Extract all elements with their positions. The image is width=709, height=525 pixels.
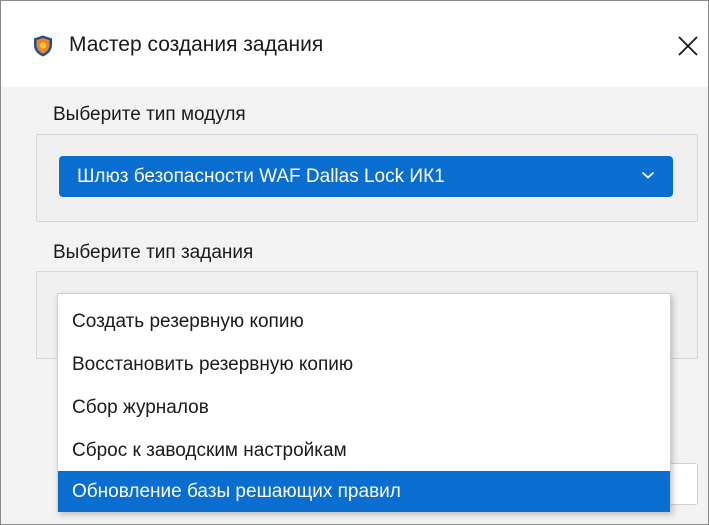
window-title: Мастер создания задания: [69, 33, 324, 56]
close-icon[interactable]: [671, 29, 705, 63]
module-type-select[interactable]: Шлюз безопасности WAF Dallas Lock ИК1: [59, 156, 673, 197]
task-type-label: Выберите тип задания: [53, 242, 254, 263]
task-option-collect-logs[interactable]: Сбор журналов: [58, 386, 670, 429]
task-option-update-rules-db[interactable]: Обновление базы решающих правил: [58, 471, 670, 512]
chevron-down-icon: [641, 171, 655, 179]
shield-icon: [34, 35, 52, 57]
module-type-select-value: Шлюз безопасности WAF Dallas Lock ИК1: [77, 166, 445, 187]
task-option-factory-reset[interactable]: Сброс к заводским настройкам: [58, 429, 670, 472]
task-option-restore-backup[interactable]: Восстановить резервную копию: [58, 343, 670, 386]
task-option-create-backup[interactable]: Создать резервную копию: [58, 300, 670, 343]
title-bar: Мастер создания задания: [1, 1, 708, 87]
task-wizard-window: Мастер создания задания Выберите тип мод…: [0, 0, 709, 525]
task-type-dropdown-list[interactable]: Создать резервную копию Восстановить рез…: [57, 293, 671, 512]
module-type-label: Выберите тип модуля: [53, 104, 246, 125]
